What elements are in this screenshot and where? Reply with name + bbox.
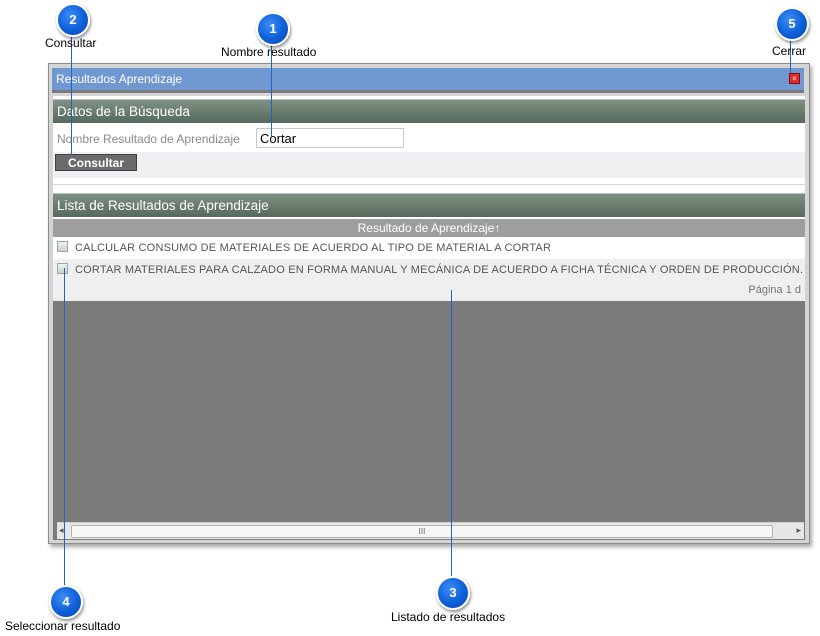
button-bar [53,152,805,178]
pager-bar [53,281,805,301]
divider [53,184,805,185]
scroll-thumb[interactable]: III [71,525,773,538]
row-text: CALCULAR CONSUMO DE MATERIALES DE ACUERD… [75,242,552,254]
row-text: CORTAR MATERIALES PARA CALZADO EN FORMA … [75,264,804,276]
pager-text: Página 1 d [748,284,801,296]
result-name-label: Nombre Resultado de Aprendizaje [57,132,240,146]
column-header-resultado[interactable]: Resultado de Aprendizaje↑ [53,219,805,237]
dialog-content: Datos de la Búsqueda Nombre Resultado de… [53,96,805,540]
callout-4-label: Seleccionar resultado [5,619,121,633]
callout-2-label: Consultar [45,36,97,50]
scroll-right-icon[interactable]: ▸ [796,525,801,536]
callout-2: 2 [56,3,90,37]
callout-3-leader [451,290,452,577]
edit-select-icon[interactable] [57,263,68,274]
scroll-left-icon[interactable]: ◂ [59,525,64,536]
table-row[interactable]: CALCULAR CONSUMO DE MATERIALES DE ACUERD… [53,237,805,259]
horizontal-scrollbar[interactable]: ◂ III ▸ [57,522,804,539]
dialog-titlebar[interactable]: Resultados Aprendizaje × [52,68,804,93]
callout-2-leader [71,35,72,155]
results-dialog: Resultados Aprendizaje × Datos de la Bús… [48,63,810,544]
callout-5-label: Cerrar [772,44,807,58]
callout-1-label: Nombre resultado [221,45,317,59]
search-section-header: Datos de la Búsqueda [53,99,805,123]
results-section-header: Lista de Resultados de Aprendizaje [53,193,805,217]
callout-4: 4 [49,585,83,619]
callout-1: 1 [256,12,290,46]
result-name-input[interactable]: Cortar [256,128,404,148]
close-icon[interactable]: × [789,73,800,84]
callout-3: 3 [436,576,470,610]
callout-5: 5 [775,7,809,41]
callout-4-leader [64,268,65,586]
callout-3-label: Listado de resultados [391,610,506,624]
empty-grid-area [53,301,805,540]
dialog-title: Resultados Aprendizaje [56,72,183,86]
consultar-button[interactable]: Consultar [55,154,137,171]
edit-select-icon[interactable] [57,241,68,252]
table-row[interactable]: CORTAR MATERIALES PARA CALZADO EN FORMA … [53,259,805,281]
